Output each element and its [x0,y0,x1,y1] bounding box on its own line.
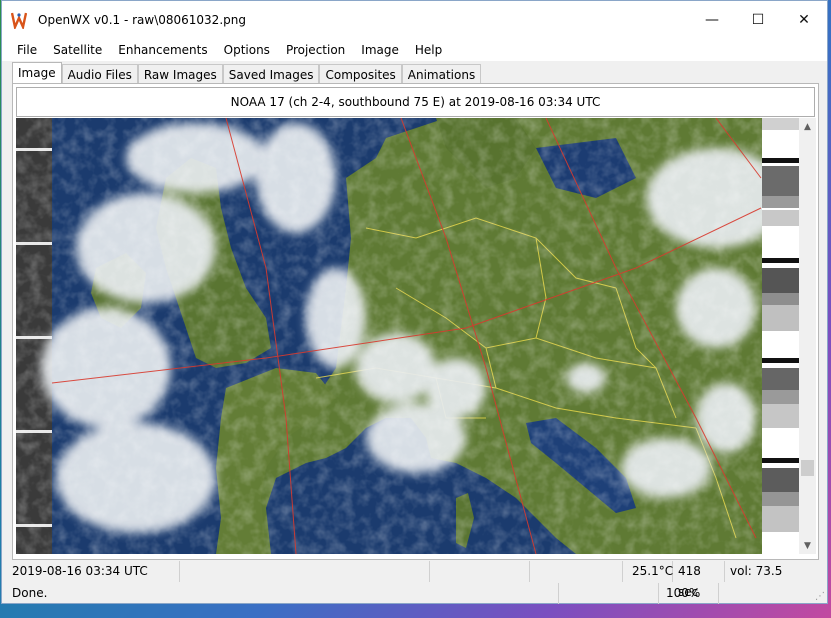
menu-file[interactable]: File [2,39,45,61]
tab-raw-images[interactable]: Raw Images [137,64,223,84]
status-message: Done. [2,583,559,604]
status-temperature: 25.1°C [623,561,673,582]
menu-enhancements[interactable]: Enhancements [110,39,215,61]
scroll-up-icon[interactable]: ▲ [799,118,816,135]
image-tab-panel: NOAA 17 (ch 2-4, southbound 75 E) at 201… [12,83,819,560]
status-duration: 418 sec [673,561,725,599]
minimize-icon: — [705,12,719,28]
window-title: OpenWX v0.1 - raw\08061032.png [38,13,246,27]
status-empty-4 [559,583,659,604]
minimize-button[interactable]: — [689,1,735,39]
tab-image[interactable]: Image [12,62,62,84]
openwx-logo-icon [10,11,28,29]
menu-image[interactable]: Image [353,39,407,61]
title-bar[interactable]: OpenWX v0.1 - raw\08061032.png — ☐ ✕ [2,1,827,39]
satellite-image-view[interactable] [16,118,799,554]
status-zoom: 100% [659,583,719,604]
status-bar-bottom: Done. 100% ⋰ [2,583,827,604]
status-datetime: 2019-08-16 03:34 UTC [2,561,180,582]
cloud-texture [52,118,762,554]
resize-grip-icon[interactable]: ⋰ [815,591,825,602]
scroll-down-icon[interactable]: ▼ [799,537,816,554]
close-button[interactable]: ✕ [781,1,827,39]
image-caption: NOAA 17 (ch 2-4, southbound 75 E) at 201… [16,87,815,117]
maximize-icon: ☐ [751,12,765,28]
menu-bar: File Satellite Enhancements Options Proj… [2,39,827,61]
maximize-button[interactable]: ☐ [735,1,781,39]
status-empty-1 [180,561,430,582]
tab-composites[interactable]: Composites [319,64,402,84]
tab-saved-images[interactable]: Saved Images [222,64,320,84]
close-icon: ✕ [798,12,810,28]
tab-animations[interactable]: Animations [401,64,482,84]
tab-bar: Image Audio Files Raw Images Saved Image… [2,62,827,84]
status-empty-3 [530,561,623,582]
status-bar-top: 2019-08-16 03:34 UTC 25.1°C 418 sec vol:… [2,561,827,599]
telemetry-wedges [762,118,799,532]
satellite-image [16,118,799,554]
app-window: OpenWX v0.1 - raw\08061032.png — ☐ ✕ Fil… [1,0,828,604]
menu-satellite[interactable]: Satellite [45,39,110,61]
menu-help[interactable]: Help [407,39,450,61]
status-empty-2 [430,561,530,582]
tab-audio-files[interactable]: Audio Files [61,64,138,84]
status-empty-5 [719,583,819,604]
menu-options[interactable]: Options [216,39,278,61]
vertical-scrollbar[interactable]: ▲ ▼ [799,118,816,554]
scrollbar-thumb[interactable] [801,460,814,476]
menu-projection[interactable]: Projection [278,39,353,61]
status-volume: vol: 73.5 [730,564,783,578]
